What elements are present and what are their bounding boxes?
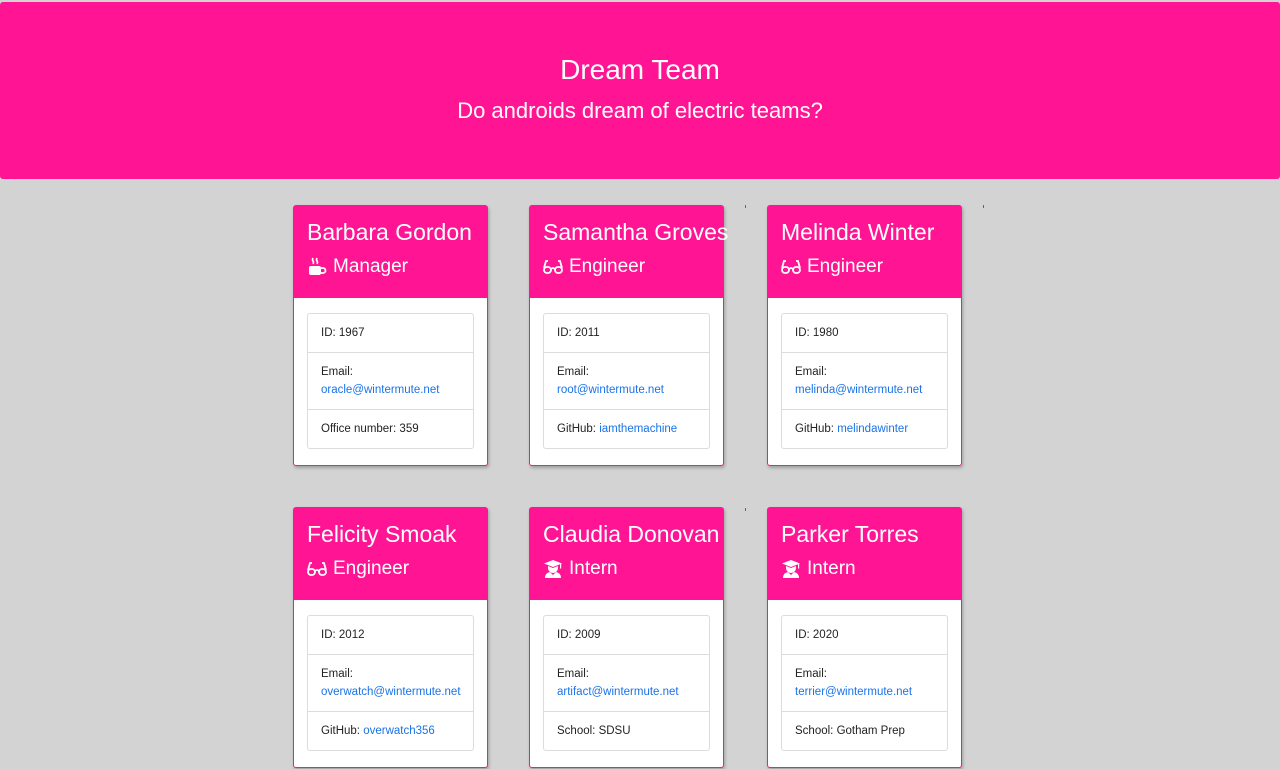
header-jumbotron: Dream Team Do androids dream of electric… <box>0 2 1280 179</box>
list-item-id: ID: 2012 <box>321 629 365 641</box>
card-body: ID: 2009 Email: artifact@wintermute.net S… <box>530 600 723 767</box>
card-body: ID: 1980 Email: melinda@wintermute.net Gi… <box>768 298 961 465</box>
role-label: Intern <box>807 558 856 579</box>
role-label: Manager <box>333 256 408 277</box>
list-item-github: GitHub: melindawinter <box>782 409 947 448</box>
employee-role: Intern <box>781 557 948 581</box>
employee-card: Melinda Winter Engineer ID: 1980 Email: m… <box>767 205 962 466</box>
employee-card: Claudia Donovan Intern ID: 2009 Email: ar… <box>529 507 724 768</box>
list-item-id: ID: 1967 <box>321 327 365 339</box>
employee-card: Samantha Groves Engineer ID: 2011 Email:… <box>529 205 729 466</box>
card-header: Samantha Groves Engineer <box>530 206 729 298</box>
details-list: ID: 2009 Email: artifact@wintermute.net S… <box>543 615 710 751</box>
card-body: ID: 2012 Email: overwatch@wintermute.net … <box>294 600 487 767</box>
github-link[interactable]: iamthemachine <box>599 423 677 435</box>
card-body: ID: 2011 Email: root@wintermute.net GitH… <box>530 298 723 465</box>
card-header: Barbara Gordon Manager <box>294 206 487 298</box>
employee-role: Manager <box>307 255 474 279</box>
list-item-email: Email: terrier@wintermute.net <box>782 654 947 711</box>
glasses-icon <box>307 559 327 579</box>
details-list: ID: 1980 Email: melinda@wintermute.net Gi… <box>781 313 948 449</box>
list-item-email: Email: artifact@wintermute.net <box>544 654 709 711</box>
employee-card: Felicity Smoak Engineer ID: 2012 Email: o… <box>293 507 488 768</box>
list-item-school: School: SDSU <box>544 711 709 750</box>
employee-name: Felicity Smoak <box>307 521 457 547</box>
employee-name: Claudia Donovan <box>543 521 720 547</box>
employee-name: Barbara Gordon <box>307 219 472 245</box>
email-link[interactable]: overwatch@wintermute.net <box>321 686 461 698</box>
list-item-id: ID: 2020 <box>795 629 839 641</box>
employee-card: Barbara Gordon Manager ID: 1967 Email: o… <box>293 205 488 466</box>
stray-mark <box>983 205 984 208</box>
card-body: ID: 2020 Email: terrier@wintermute.net S… <box>768 600 961 767</box>
page-title: Dream Team <box>560 54 720 85</box>
email-link[interactable]: oracle@wintermute.net <box>321 384 439 396</box>
list-item-id: ID: 2011 <box>557 327 600 339</box>
email-link[interactable]: terrier@wintermute.net <box>795 686 912 698</box>
email-link[interactable]: root@wintermute.net <box>557 384 664 396</box>
stray-mark <box>745 205 746 208</box>
employee-name: Samantha Groves <box>543 219 729 245</box>
mug-icon <box>307 257 327 277</box>
graduate-icon <box>781 559 801 579</box>
email-link[interactable]: artifact@wintermute.net <box>557 686 679 698</box>
role-label: Intern <box>569 558 618 579</box>
role-label: Engineer <box>569 256 646 277</box>
github-link[interactable]: overwatch356 <box>363 725 435 737</box>
list-item-github: GitHub: iamthemachine <box>544 409 709 448</box>
details-list: ID: 2011 Email: root@wintermute.net GitH… <box>543 313 710 449</box>
card-header: Felicity Smoak Engineer <box>294 508 487 600</box>
details-list: ID: 2012 Email: overwatch@wintermute.net … <box>307 615 474 751</box>
list-item-email: Email: overwatch@wintermute.net <box>308 654 473 711</box>
page-subtitle: Do androids dream of electric teams? <box>457 98 823 123</box>
glasses-icon <box>543 257 563 277</box>
list-item-id: ID: 1980 <box>795 327 839 339</box>
list-item-school: School: Gotham Prep <box>782 711 947 750</box>
list-item-id: ID: 2009 <box>557 629 601 641</box>
card-body: ID: 1967 Email: oracle@wintermute.net Of… <box>294 298 487 465</box>
email-link[interactable]: melinda@wintermute.net <box>795 384 922 396</box>
github-link[interactable]: melindawinter <box>837 423 908 435</box>
card-header: Parker Torres Intern <box>768 508 961 600</box>
employee-role: Engineer <box>543 255 710 279</box>
card-header: Melinda Winter Engineer <box>768 206 961 298</box>
list-item-email: Email: melinda@wintermute.net <box>782 352 947 409</box>
details-list: ID: 1967 Email: oracle@wintermute.net Of… <box>307 313 474 449</box>
stray-mark <box>745 508 746 511</box>
card-header: Claudia Donovan Intern <box>530 508 723 600</box>
employee-name: Melinda Winter <box>781 219 935 245</box>
glasses-icon <box>781 257 801 277</box>
employee-role: Engineer <box>307 557 474 581</box>
role-label: Engineer <box>333 558 410 579</box>
graduate-icon <box>543 559 563 579</box>
list-item-email: Email: root@wintermute.net <box>544 352 709 409</box>
list-item-email: Email: oracle@wintermute.net <box>308 352 473 409</box>
role-label: Engineer <box>807 256 884 277</box>
employee-name: Parker Torres <box>781 521 919 547</box>
details-list: ID: 2020 Email: terrier@wintermute.net S… <box>781 615 948 751</box>
employee-card: Parker Torres Intern ID: 2020 Email: ter… <box>767 507 962 768</box>
list-item-github: GitHub: overwatch356 <box>308 711 473 750</box>
employee-role: Intern <box>543 557 710 581</box>
employee-role: Engineer <box>781 255 948 279</box>
list-item-office: Office number: 359 <box>308 409 473 448</box>
